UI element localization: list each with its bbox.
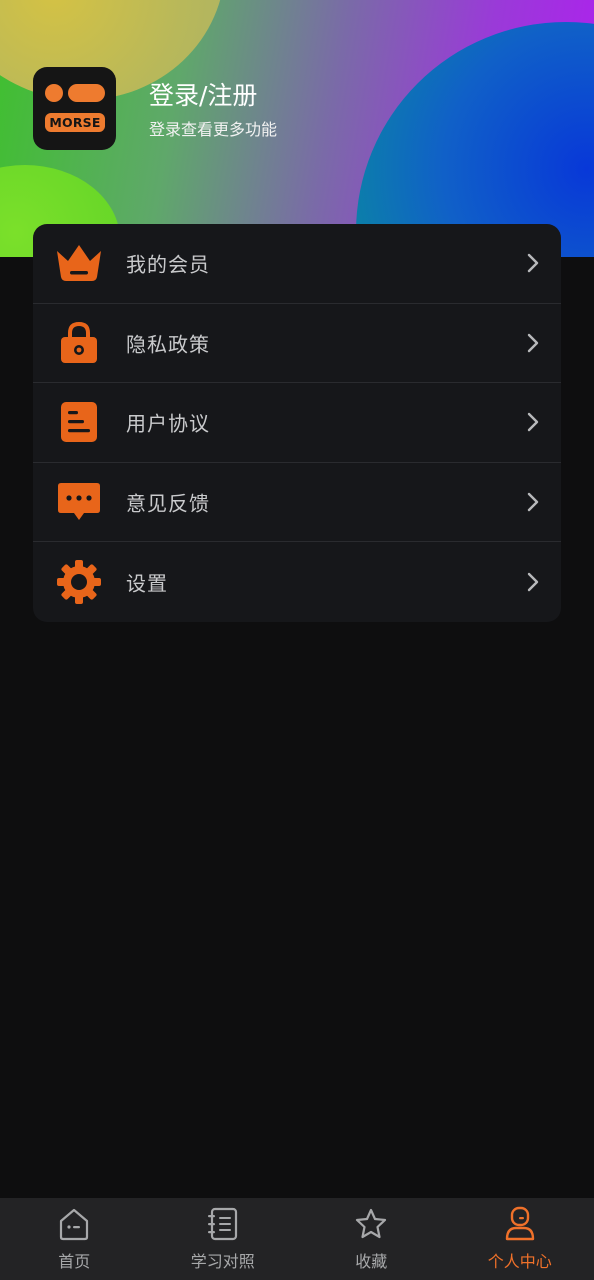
- menu-item-settings[interactable]: 设置: [33, 542, 561, 622]
- nav-tab-profile[interactable]: 个人中心: [446, 1198, 594, 1280]
- logo-badge: MORSE: [45, 113, 105, 132]
- menu-item-label: 隐私政策: [126, 332, 210, 357]
- user-icon: [505, 1206, 534, 1241]
- nav-tab-study-compare[interactable]: 学习对照: [149, 1198, 298, 1280]
- chevron-right-icon: [527, 254, 539, 273]
- document-icon: [55, 398, 103, 446]
- chevron-right-icon: [527, 333, 539, 353]
- star-icon: [356, 1208, 387, 1239]
- menu-card: 我的会员 隐私政策 用户协议 意见反馈 设置: [33, 224, 561, 622]
- lock-icon: [55, 319, 103, 367]
- menu-item-privacy-policy[interactable]: 隐私政策: [33, 304, 561, 384]
- nav-tab-label: 个人中心: [487, 1252, 552, 1271]
- nav-tab-label: 首页: [58, 1252, 91, 1271]
- menu-item-label: 用户协议: [126, 411, 210, 436]
- menu-item-label: 我的会员: [126, 252, 210, 277]
- gear-icon: [55, 558, 103, 606]
- menu-item-user-agreement[interactable]: 用户协议: [33, 383, 561, 463]
- chevron-right-icon: [527, 413, 539, 432]
- chevron-right-icon: [527, 492, 539, 512]
- chevron-right-icon: [527, 572, 539, 592]
- chat-bubble-icon: [55, 478, 103, 526]
- nav-tab-favorites[interactable]: 收藏: [297, 1198, 446, 1280]
- home-icon: [60, 1208, 89, 1241]
- profile-page: MORSE 登录/注册 登录查看更多功能 我的会员 隐私政策 用户协议 意见反馈…: [0, 0, 594, 1280]
- header-decoration-blue: [356, 22, 594, 257]
- bottom-navigation: 首页 学习对照 收藏 个人中心: [0, 1198, 594, 1280]
- nav-tab-label: 收藏: [355, 1252, 388, 1271]
- login-register-link[interactable]: 登录/注册: [149, 79, 257, 113]
- login-subtitle: 登录查看更多功能: [149, 120, 278, 139]
- logo-dash: [68, 84, 105, 102]
- menu-item-feedback[interactable]: 意见反馈: [33, 463, 561, 543]
- menu-item-label: 设置: [126, 571, 168, 596]
- logo-dot: [45, 84, 63, 102]
- menu-item-membership[interactable]: 我的会员: [33, 224, 561, 304]
- profile-header: MORSE 登录/注册 登录查看更多功能: [0, 0, 594, 257]
- nav-tab-label: 学习对照: [190, 1252, 255, 1271]
- crown-icon: [55, 239, 103, 287]
- notebook-icon: [207, 1207, 237, 1241]
- app-logo[interactable]: MORSE: [33, 67, 116, 150]
- menu-item-label: 意见反馈: [126, 491, 210, 516]
- nav-tab-home[interactable]: 首页: [0, 1198, 149, 1280]
